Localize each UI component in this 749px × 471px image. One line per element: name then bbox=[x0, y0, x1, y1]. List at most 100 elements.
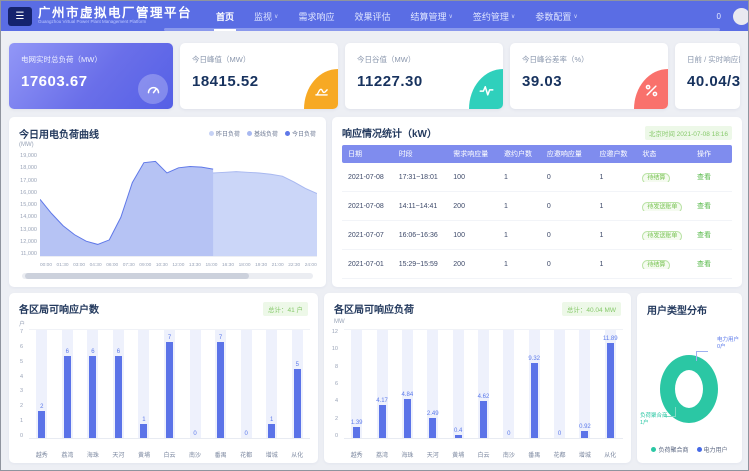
bar-value-label: 4.62 bbox=[478, 394, 490, 400]
y-tick: 12 bbox=[324, 329, 338, 335]
legend-item-电力用户[interactable]: 电力用户 bbox=[697, 445, 728, 454]
nav-item-效果评估[interactable]: 效果评估 bbox=[344, 1, 400, 31]
legend-label: 电力用户 bbox=[704, 445, 728, 454]
user-type-panel: 用户类型分布 电力用户 0户 负荷聚合商 1户 负荷聚合商电力用户 bbox=[637, 293, 742, 463]
x-category: 越秀 bbox=[29, 450, 55, 459]
kpi-card-peak-valley-rate: 今日峰谷差率（%） 39.03 bbox=[510, 43, 668, 109]
bar bbox=[140, 424, 147, 438]
nav-item-首页[interactable]: 首页 bbox=[206, 1, 244, 31]
district-load-panel: 各区局可响应负荷 总计：40.04 MW MW 121086420 1.394.… bbox=[324, 293, 631, 463]
bar-column-增城: 0.92 bbox=[572, 330, 597, 438]
col-header: 操作 bbox=[691, 149, 732, 159]
legend-item-昨日负荷[interactable]: 昨日负荷 bbox=[209, 129, 240, 138]
bar-column-海珠: 4.84 bbox=[395, 330, 420, 438]
nav-item-需求响应[interactable]: 需求响应 bbox=[288, 1, 344, 31]
percent-icon bbox=[644, 83, 659, 98]
cell-action: 查看 bbox=[691, 172, 732, 182]
x-category: 南沙 bbox=[496, 450, 521, 459]
x-tick: 04:30 bbox=[90, 263, 102, 268]
view-link[interactable]: 查看 bbox=[697, 174, 711, 181]
x-axis-ticks: 00:0001:3003:0004:3006:0007:3009:0010:30… bbox=[40, 263, 317, 268]
bar-value-label: 0.92 bbox=[579, 424, 591, 430]
notification-count[interactable]: 0 bbox=[717, 12, 721, 21]
panel-title: 各区局可响应户数 bbox=[19, 301, 99, 316]
y-tick: 0 bbox=[324, 433, 338, 439]
chevron-down-icon: ∨ bbox=[274, 13, 278, 20]
nav-item-label: 需求响应 bbox=[298, 10, 334, 23]
y-tick: 16,000 bbox=[14, 190, 37, 196]
kpi-card-valley: 今日谷值（MW） 11227.30 bbox=[345, 43, 503, 109]
kpi-card-response-capacity: 日前 / 实时响应能力（MW） 40.04/39.12 bbox=[675, 43, 740, 109]
x-tick: 22:30 bbox=[288, 263, 300, 268]
district-users-panel: 各区局可响应户数 总计：41 户 户 76543210 26661707015 … bbox=[9, 293, 318, 463]
legend-item-今日负荷[interactable]: 今日负荷 bbox=[285, 129, 316, 138]
nav-item-监视[interactable]: 监视∨ bbox=[244, 1, 288, 31]
bar-column-黄埔: 1 bbox=[131, 330, 157, 438]
bar bbox=[531, 363, 538, 438]
bar bbox=[581, 431, 588, 438]
y-tick: 2 bbox=[9, 403, 23, 409]
bar bbox=[404, 399, 411, 438]
view-link[interactable]: 查看 bbox=[697, 203, 711, 210]
bar-column-南沙: 0 bbox=[496, 330, 521, 438]
x-tick: 06:00 bbox=[106, 263, 118, 268]
bar bbox=[64, 356, 71, 438]
callout-aggregator: 负荷聚合商 1户 bbox=[640, 413, 668, 427]
cell-date: 2021-07-08 bbox=[342, 174, 393, 181]
datazoom-track[interactable] bbox=[22, 273, 313, 279]
view-link[interactable]: 查看 bbox=[697, 261, 711, 268]
y-tick: 2 bbox=[324, 416, 338, 422]
cell-date: 2021-07-01 bbox=[342, 261, 393, 268]
bar-value-label: 5 bbox=[296, 362, 299, 368]
user-avatar[interactable] bbox=[733, 8, 749, 25]
bar-value-label: 0 bbox=[507, 431, 510, 437]
datazoom-thumb[interactable] bbox=[25, 273, 249, 279]
bar-column-海珠: 6 bbox=[80, 330, 106, 438]
panel-title: 用户类型分布 bbox=[637, 293, 742, 317]
response-stats-panel: 响应情况统计（kW） 北京时间 2021-07-08 18:16 日期时段需求响… bbox=[332, 117, 742, 287]
legend-label: 昨日负荷 bbox=[216, 129, 240, 138]
bar-column-荔湾: 6 bbox=[55, 330, 81, 438]
legend-item-基线负荷[interactable]: 基线负荷 bbox=[247, 129, 278, 138]
chevron-down-icon: ∨ bbox=[449, 13, 453, 20]
kpi-card-peak: 今日峰值（MW） 18415.52 bbox=[180, 43, 338, 109]
nav-bottom-strip bbox=[164, 28, 720, 31]
y-tick: 6 bbox=[9, 344, 23, 350]
nav-item-label: 结算管理 bbox=[410, 10, 446, 23]
x-category: 天河 bbox=[106, 450, 132, 459]
cell-period: 17:31~18:01 bbox=[393, 174, 448, 181]
main-nav: 首页监视∨需求响应效果评估结算管理∨签约管理∨参数配置∨ bbox=[206, 1, 588, 31]
x-category: 从化 bbox=[284, 450, 310, 459]
cell-accepted_users: 1 bbox=[594, 174, 637, 181]
bar-value-label: 2 bbox=[40, 404, 43, 410]
view-link[interactable]: 查看 bbox=[697, 232, 711, 239]
x-category: 增城 bbox=[572, 450, 597, 459]
callout-label: 电力用户 bbox=[717, 337, 739, 344]
x-tick: 12:00 bbox=[172, 263, 184, 268]
cell-demand: 200 bbox=[447, 261, 498, 268]
y-tick: 10 bbox=[324, 346, 338, 352]
load-curve-plot bbox=[40, 153, 317, 257]
app-logo-icon: ☰ bbox=[8, 7, 32, 26]
x-category: 从化 bbox=[598, 450, 623, 459]
nav-item-label: 参数配置 bbox=[535, 10, 571, 23]
nav-item-结算管理[interactable]: 结算管理∨ bbox=[400, 1, 462, 31]
cell-accepted_amount: 0 bbox=[541, 174, 594, 181]
x-tick: 16:30 bbox=[222, 263, 234, 268]
cell-status: 待发送账单 bbox=[636, 202, 691, 211]
cell-action: 查看 bbox=[691, 230, 732, 240]
table-row: 2021-07-0716:06~16:36100101待发送账单查看 bbox=[342, 221, 732, 250]
nav-item-参数配置[interactable]: 参数配置∨ bbox=[525, 1, 587, 31]
table-body: 2021-07-0817:31~18:01100101待结算查看2021-07-… bbox=[342, 163, 732, 279]
col-header: 日期 bbox=[342, 149, 393, 159]
legend-dot bbox=[651, 447, 656, 452]
legend-item-负荷聚合商[interactable]: 负荷聚合商 bbox=[651, 445, 688, 454]
bar-value-label: 1 bbox=[142, 417, 145, 423]
x-axis-categories: 越秀荔湾海珠天河黄埔白云南沙番禺花都增城从化 bbox=[29, 450, 310, 459]
x-category: 天河 bbox=[420, 450, 445, 459]
kpi-value: 40.04/39.12 bbox=[687, 73, 740, 90]
nav-item-签约管理[interactable]: 签约管理∨ bbox=[463, 1, 525, 31]
x-category: 花都 bbox=[233, 450, 259, 459]
bar bbox=[607, 343, 614, 438]
bar-track bbox=[554, 330, 565, 438]
